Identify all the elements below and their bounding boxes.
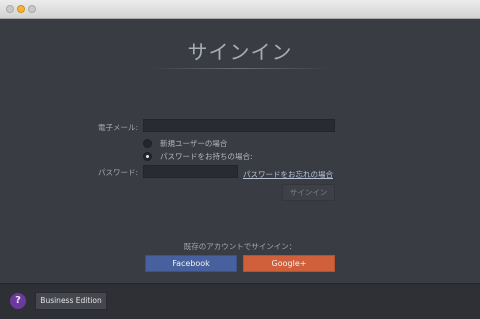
app-window: サインイン 電子メール: 新規ユーザーの場合 パスワードをお持ちの場合: パスワ… [0, 0, 480, 319]
title-divider [150, 68, 330, 69]
password-field[interactable] [143, 165, 238, 178]
has-password-option[interactable]: パスワードをお持ちの場合: [143, 151, 253, 161]
minimize-window-button[interactable] [17, 5, 25, 13]
facebook-signin-button[interactable]: Facebook [145, 255, 237, 272]
close-window-button[interactable] [6, 5, 14, 13]
signin-button[interactable]: サインイン [282, 184, 335, 201]
help-icon[interactable]: ? [10, 293, 26, 309]
signin-panel: サインイン 電子メール: 新規ユーザーの場合 パスワードをお持ちの場合: パスワ… [0, 19, 480, 283]
email-field[interactable] [143, 119, 335, 132]
email-label: 電子メール: [97, 123, 138, 132]
zoom-window-button[interactable] [28, 5, 36, 13]
existing-account-prompt: 既存のアカウントでサインイン： [183, 242, 297, 251]
new-user-label: 新規ユーザーの場合 [160, 138, 228, 148]
page-title: サインイン [187, 40, 293, 64]
new-user-radio[interactable] [143, 138, 152, 148]
has-password-label: パスワードをお持ちの場合: [160, 151, 253, 161]
password-label: パスワード: [97, 168, 138, 177]
has-password-radio[interactable] [143, 151, 152, 161]
forgot-password-link[interactable]: パスワードをお忘れの場合 [243, 169, 333, 180]
google-signin-button[interactable]: Google+ [243, 255, 335, 272]
footer-bar: ? Business Edition [0, 283, 480, 319]
title-bar [0, 0, 480, 19]
business-edition-button[interactable]: Business Edition [35, 292, 107, 310]
new-user-option[interactable]: 新規ユーザーの場合 [143, 138, 227, 148]
